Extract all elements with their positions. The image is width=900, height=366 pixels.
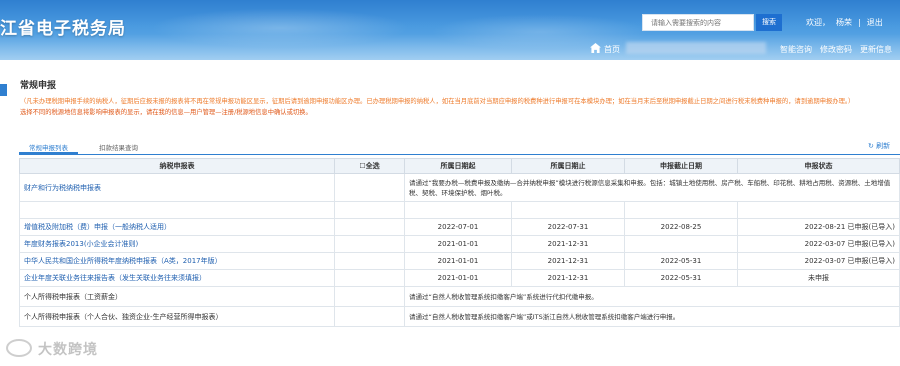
row-name-link[interactable]: 企业年度关联业务往来报告表（发生关联业务往来须填报） <box>19 269 335 287</box>
table-row: 个人所得税申报表（个人合伙、独资企业-生产经营所得申报表） 请通过“自然人税收管… <box>19 306 900 327</box>
col-header-name: 纳税申报表 <box>19 158 335 174</box>
table-row: 财产和行为税纳税申报表 请通过“我要办税—税费申报及缴纳—合并纳税申报”模块进行… <box>19 173 900 202</box>
refresh-icon: ↻ <box>868 142 874 150</box>
row-end: 2021-12-31 <box>511 235 625 253</box>
nav-home[interactable]: 首页 <box>604 45 620 54</box>
search-button[interactable]: 搜索 <box>756 14 782 31</box>
page-title: 常规申报 <box>20 81 57 91</box>
watermark-text: 大数跨境 <box>38 342 98 358</box>
table-cell <box>334 306 405 327</box>
nav-help[interactable]: 智能咨询 <box>780 45 812 54</box>
row-deadline: 2022-05-31 <box>624 269 738 287</box>
col-header-select: ☐全选 <box>334 158 405 174</box>
home-icon <box>590 43 601 53</box>
row-deadline <box>624 235 738 253</box>
table-cell <box>334 286 405 307</box>
table-row: 年度财务报表2013(小企业会计准则) 2021-01-01 2021-12-3… <box>19 235 900 253</box>
nav-password[interactable]: 修改密码 <box>820 45 852 54</box>
col-header-deadline: 申报截止日期 <box>624 158 738 174</box>
row-end: 2021-12-31 <box>511 252 625 270</box>
redacted-area <box>626 42 766 54</box>
table-row: 企业年度关联业务往来报告表（发生关联业务往来须填报） 2021-01-01 20… <box>19 269 900 287</box>
row-description: 请通过“我要办税—税费申报及缴纳—合并纳税申报”模块进行税源信息采集和申报。包括… <box>404 173 900 202</box>
main-content: 常规申报 （凡未办理税期申报手续的纳税人，征期后应报未报的报表将不再在常规申报功… <box>20 78 900 118</box>
logout-link[interactable]: 退出 <box>867 18 883 27</box>
watermark: 大数跨境 <box>6 336 98 359</box>
table-cell <box>334 269 405 287</box>
select-all-label: 全选 <box>365 162 380 170</box>
row-status: 2022-08-21 已申报(已导入) <box>737 218 900 236</box>
site-title: 江省电子税务局 <box>0 19 126 39</box>
table-row: 中华人民共和国企业所得税年度纳税申报表（A类，2017年版） 2021-01-0… <box>19 252 900 270</box>
site-header: 江省电子税务局 搜索 欢迎， 杨荣 | 退出 首页 智能咨询修改密码更新信息 <box>0 0 900 60</box>
search-box[interactable] <box>642 14 754 31</box>
refresh-button[interactable]: ↻ 刷新 <box>868 141 890 151</box>
table-cell <box>334 252 405 270</box>
row-description: 请通过“自然人税收管理系统扣缴客户端”系统进行代扣代缴申报。 <box>404 286 900 307</box>
row-name-link[interactable]: 财产和行为税纳税申报表 <box>19 173 335 202</box>
row-start: 2021-01-01 <box>404 252 512 270</box>
notice-warning: 选择不同的税源地信息将影响申报表的显示，请在我的信息—用户管理—注册/税源地信息… <box>20 109 312 116</box>
row-status: 2022-03-07 已申报(已导入) <box>737 252 900 270</box>
row-description: 请通过“自然人税收管理系统扣缴客户端”或ITS浙江自然人税收管理系统扣缴客户端进… <box>404 306 900 327</box>
divider: | <box>858 18 861 27</box>
row-deadline: 2022-08-25 <box>624 218 738 236</box>
row-status: 未申报 <box>737 269 900 287</box>
tab-bar: 常规申报列表 扣款结果查询 <box>19 143 900 155</box>
col-header-start: 所属日期起 <box>404 158 512 174</box>
table-cell <box>334 201 405 219</box>
table-cell <box>404 201 512 219</box>
row-status: 2022-03-07 已申报(已导入) <box>737 235 900 253</box>
search-input[interactable] <box>643 15 753 30</box>
row-name-link[interactable]: 年度财务报表2013(小企业会计准则) <box>19 235 335 253</box>
main-nav: 首页 智能咨询 修改密码 更新信息 <box>590 42 892 55</box>
row-name-link[interactable]: 增值税及附加税（费）申报（一般纳税人适用） <box>19 218 335 236</box>
row-deadline: 2022-05-31 <box>624 252 738 270</box>
table-row: 个人所得税申报表（工资薪金） 请通过“自然人税收管理系统扣缴客户端”系统进行代扣… <box>19 286 900 307</box>
sidebar-indicator <box>0 84 7 96</box>
row-start: 2021-01-01 <box>404 269 512 287</box>
table-cell <box>19 201 335 219</box>
table-row-empty <box>19 201 900 219</box>
watermark-logo-icon <box>6 339 32 357</box>
row-start: 2022-07-01 <box>404 218 512 236</box>
welcome-text: 欢迎， <box>806 18 830 27</box>
declaration-table: 纳税申报表 ☐全选 所属日期起 所属日期止 申报截止日期 申报状态 财产和行为税… <box>19 158 900 327</box>
row-name-link[interactable]: 中华人民共和国企业所得税年度纳税申报表（A类，2017年版） <box>19 252 335 270</box>
row-end: 2022-07-31 <box>511 218 625 236</box>
col-header-status: 申报状态 <box>737 158 900 174</box>
refresh-label: 刷新 <box>876 142 891 150</box>
row-end: 2021-12-31 <box>511 269 625 287</box>
table-cell <box>511 201 625 219</box>
row-name: 个人所得税申报表（个人合伙、独资企业-生产经营所得申报表） <box>19 306 335 327</box>
tab-deduction-query[interactable]: 扣款结果查询 <box>99 143 138 154</box>
table-cell <box>624 201 738 219</box>
nav-update[interactable]: 更新信息 <box>860 45 892 54</box>
table-cell <box>737 201 900 219</box>
notice-text: （凡未办理税期申报手续的纳税人，征期后应报未报的报表将不再在常规申报功能区显示，… <box>20 98 855 105</box>
user-bar: 欢迎， 杨荣 | 退出 <box>806 17 889 28</box>
table-cell <box>334 235 405 253</box>
col-header-end: 所属日期止 <box>511 158 625 174</box>
table-row: 增值税及附加税（费）申报（一般纳税人适用） 2022-07-01 2022-07… <box>19 218 900 236</box>
row-start: 2021-01-01 <box>404 235 512 253</box>
tab-declaration-list[interactable]: 常规申报列表 <box>19 143 78 154</box>
table-header-row: 纳税申报表 ☐全选 所属日期起 所属日期止 申报截止日期 申报状态 <box>19 158 900 174</box>
table-cell <box>334 218 405 236</box>
row-name: 个人所得税申报表（工资薪金） <box>19 286 335 307</box>
table-cell <box>334 173 405 202</box>
user-name[interactable]: 杨荣 <box>836 18 852 27</box>
